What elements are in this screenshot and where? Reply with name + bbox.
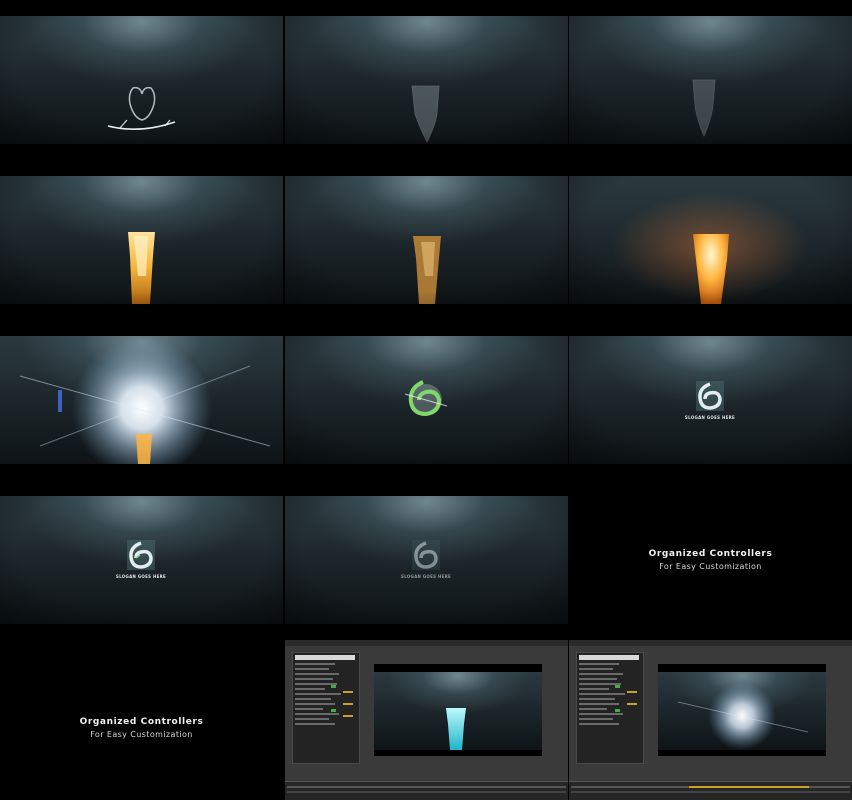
ae-timeline — [285, 781, 568, 800]
ae-composition-viewer — [374, 664, 542, 756]
frame-liquid-splash-2 — [285, 16, 568, 144]
ae-menubar — [569, 640, 852, 646]
ae-controls-panel — [576, 652, 644, 764]
after-effects-screenshot-1 — [285, 640, 568, 800]
flare-icon — [19, 338, 271, 464]
title-card-subheading: For Easy Customization — [90, 730, 193, 739]
ae-search-field — [579, 655, 639, 660]
frame-grid: SLOGAN GOES HERE SLOGAN GOES HERE SLOGAN… — [0, 0, 852, 800]
frame-flare-burst — [0, 336, 283, 464]
frame-logo-fade: SLOGAN GOES HERE — [285, 496, 568, 624]
title-card-heading: Organized Controllers — [79, 717, 204, 727]
frame-logo-reveal — [285, 336, 568, 464]
title-card-heading: Organized Controllers — [648, 549, 773, 559]
title-card-organized-controllers: Organized Controllers For Easy Customiza… — [569, 496, 852, 624]
after-effects-screenshot-2 — [569, 640, 852, 800]
ae-timeline — [569, 781, 852, 800]
frame-liquid-splash-3 — [569, 16, 852, 144]
ae-menubar — [285, 640, 568, 646]
ae-controls-panel — [292, 652, 360, 764]
title-card-organized-controllers-2: Organized Controllers For Easy Customiza… — [0, 656, 283, 800]
flare-icon — [677, 682, 809, 750]
frame-fire-1 — [0, 176, 283, 304]
ae-composition-viewer — [658, 664, 826, 756]
frame-fire-2 — [285, 176, 568, 304]
frame-fire-3 — [569, 176, 852, 304]
title-card-subheading: For Easy Customization — [659, 562, 762, 571]
frame-logo-slogan-2: SLOGAN GOES HERE — [0, 496, 283, 624]
frame-logo-slogan-1: SLOGAN GOES HERE — [569, 336, 852, 464]
fire-icon — [446, 708, 466, 750]
frame-liquid-splash-1 — [0, 16, 283, 144]
ae-search-field — [295, 655, 355, 660]
